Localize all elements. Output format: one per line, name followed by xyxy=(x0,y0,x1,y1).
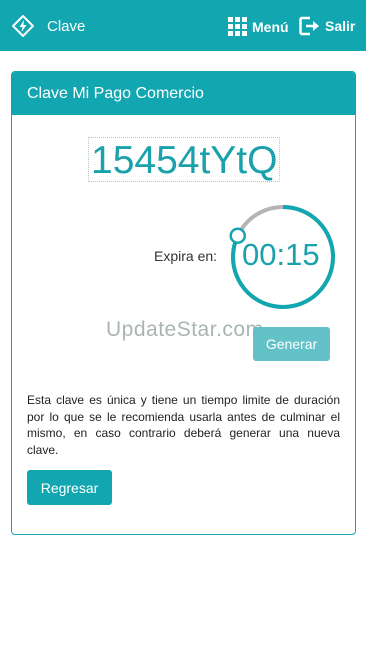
top-bar: Clave Menú Salir xyxy=(0,0,366,51)
exit-button[interactable]: Salir xyxy=(299,16,355,36)
back-button[interactable]: Regresar xyxy=(27,470,112,505)
card-title: Clave Mi Pago Comercio xyxy=(12,72,355,115)
expires-label: Expira en: xyxy=(154,248,218,264)
menu-button[interactable]: Menú xyxy=(228,17,289,36)
info-text: Esta clave es única y tiene un tiempo li… xyxy=(27,393,340,457)
generate-button[interactable]: Generar xyxy=(253,327,330,361)
exit-label: Salir xyxy=(325,18,356,34)
lightning-diamond-icon xyxy=(12,15,34,37)
countdown-timer: 00:15 xyxy=(242,237,320,272)
grid-icon xyxy=(228,17,247,36)
app-title: Clave xyxy=(47,18,86,35)
watermark: UpdateStar.com xyxy=(106,318,264,341)
generated-code: 15454tYtQ xyxy=(88,137,281,182)
exit-icon xyxy=(299,16,319,36)
menu-label: Menú xyxy=(252,18,289,35)
key-card: Clave Mi Pago Comercio 15454tYtQ Expira … xyxy=(11,71,356,535)
